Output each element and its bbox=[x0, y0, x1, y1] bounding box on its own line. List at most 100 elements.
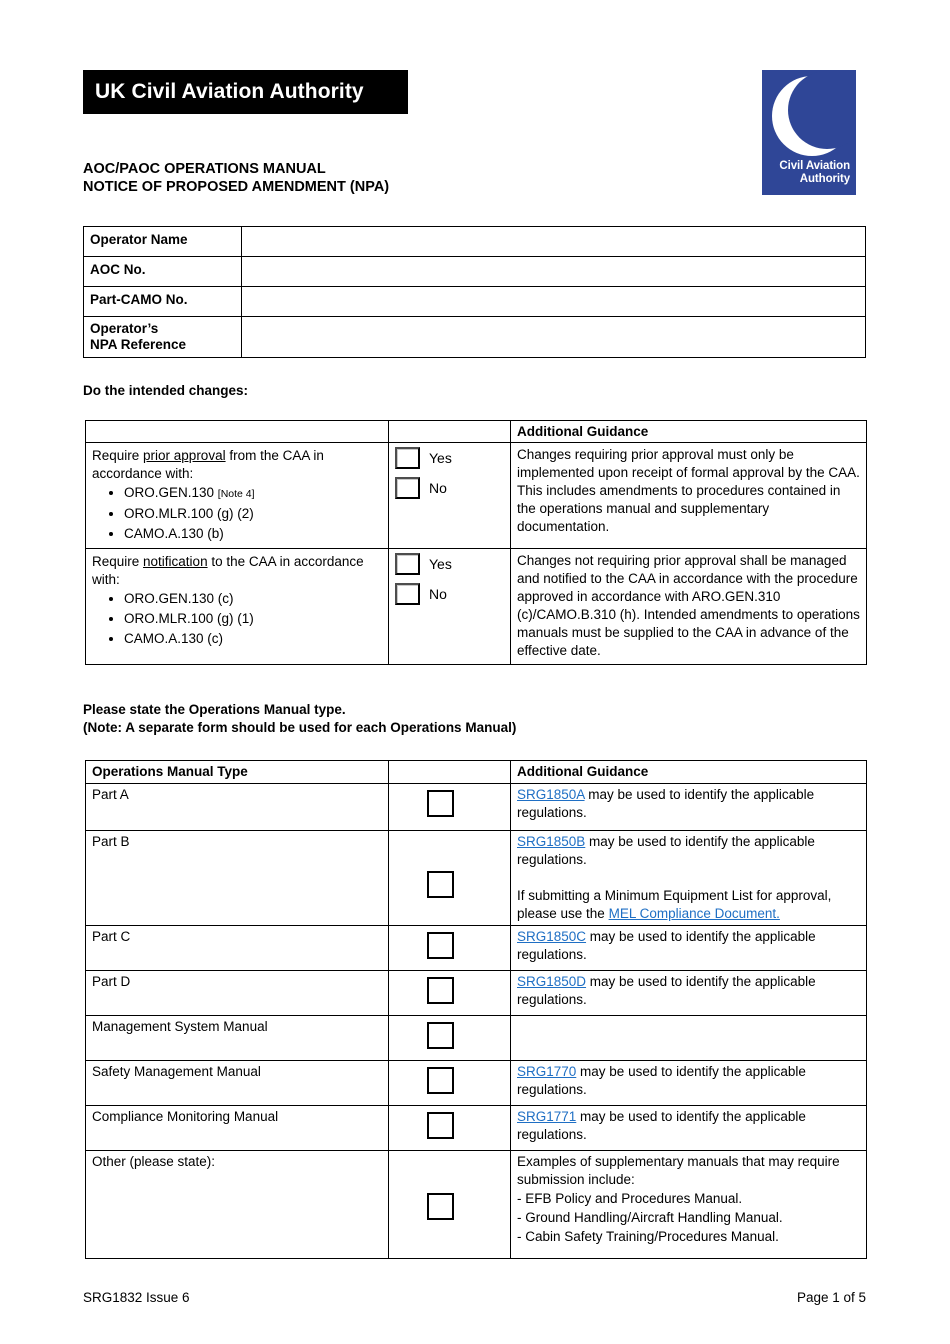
manual-type-safety-management-guidance: SRG1770 may be used to identify the appl… bbox=[510, 1060, 867, 1106]
changes-col-guidance-header: Additional Guidance bbox=[510, 420, 867, 443]
manual-type-compliance-monitoring-checkbox-cell bbox=[388, 1105, 511, 1151]
manual-type-part-c-checkbox[interactable] bbox=[427, 932, 454, 959]
table-row: Other (please state): Examples of supple… bbox=[85, 1150, 867, 1259]
notification-yes-checkbox[interactable] bbox=[395, 553, 420, 575]
manual-type-management-system-guidance bbox=[510, 1015, 867, 1061]
manual-type-other-guidance: Examples of supplementary manuals that m… bbox=[510, 1150, 867, 1259]
list-item: CAMO.A.130 (c) bbox=[124, 629, 382, 649]
manual-type-compliance-monitoring-checkbox[interactable] bbox=[427, 1112, 454, 1139]
table-row: Part B SRG1850B may be used to identify … bbox=[85, 830, 867, 926]
srg1771-link[interactable]: SRG1771 bbox=[517, 1109, 576, 1124]
manual-type-compliance-monitoring-guidance: SRG1771 may be used to identify the appl… bbox=[510, 1105, 867, 1151]
reference-text: ORO.MLR.100 (g) (2) bbox=[124, 506, 254, 521]
table-row: Safety Management Manual SRG1770 may be … bbox=[85, 1060, 867, 1106]
prior-approval-underlined: prior approval bbox=[143, 448, 226, 463]
operator-details-table: Operator Name AOC No. Part-CAMO No. Oper… bbox=[83, 226, 866, 358]
prior-approval-no-option[interactable]: No bbox=[395, 477, 504, 499]
list-item: - Cabin Safety Training/Procedures Manua… bbox=[517, 1229, 779, 1244]
manual-type-part-a-guidance: SRG1850A may be used to identify the app… bbox=[510, 783, 867, 831]
list-item: - EFB Policy and Procedures Manual. bbox=[517, 1191, 743, 1206]
prior-approval-yes-checkbox[interactable] bbox=[395, 447, 420, 469]
manual-type-safety-management-checkbox[interactable] bbox=[427, 1067, 454, 1094]
notification-yes-label: Yes bbox=[429, 555, 452, 572]
manual-type-management-system-checkbox[interactable] bbox=[427, 1022, 454, 1049]
list-item: CAMO.A.130 (b) bbox=[124, 524, 382, 544]
table-row: Compliance Monitoring Manual SRG1771 may… bbox=[85, 1105, 867, 1151]
changes-col-checkbox-header bbox=[388, 420, 511, 443]
notification-guidance: Changes not requiring prior approval sha… bbox=[510, 548, 867, 665]
part-camo-no-label: Part-CAMO No. bbox=[83, 286, 242, 317]
operations-manual-type-table: Operations Manual Type Additional Guidan… bbox=[85, 760, 867, 1259]
notification-reference-list: ORO.GEN.130 (c) ORO.MLR.100 (g) (1) CAMO… bbox=[92, 589, 382, 649]
prior-approval-guidance: Changes requiring prior approval must on… bbox=[510, 442, 867, 549]
manual-type-prompt: Please state the Operations Manual type.… bbox=[83, 702, 517, 735]
prior-approval-reference-list: ORO.GEN.130 [Note 4] ORO.MLR.100 (g) (2)… bbox=[92, 483, 382, 544]
table-header-row: Operations Manual Type Additional Guidan… bbox=[85, 760, 867, 784]
srg1850d-link[interactable]: SRG1850D bbox=[517, 974, 586, 989]
manual-type-other-checkbox[interactable] bbox=[427, 1193, 454, 1220]
footer-page-number: Page 1 of 5 bbox=[796, 1290, 866, 1305]
manual-type-safety-management-checkbox-cell bbox=[388, 1060, 511, 1106]
prior-approval-yes-label: Yes bbox=[429, 449, 452, 466]
table-row: Operator’s NPA Reference bbox=[83, 316, 866, 358]
other-guidance-intro: Examples of supplementary manuals that m… bbox=[517, 1154, 840, 1187]
aoc-no-field[interactable] bbox=[241, 256, 866, 287]
list-item: ORO.GEN.130 [Note 4] bbox=[124, 483, 382, 504]
table-row: Require notification to the CAA in accor… bbox=[85, 548, 867, 665]
logo-text-line1: Civil Aviation bbox=[779, 160, 850, 172]
reference-note: [Note 4] bbox=[217, 488, 255, 500]
table-row: Operator Name bbox=[83, 226, 866, 257]
changes-col-blank-header bbox=[85, 420, 389, 443]
table-header-row: Additional Guidance bbox=[85, 420, 867, 443]
manual-type-part-b-label: Part B bbox=[85, 830, 389, 926]
brand-band: UK Civil Aviation Authority bbox=[83, 70, 408, 114]
manual-type-part-c-guidance: SRG1850C may be used to identify the app… bbox=[510, 925, 867, 971]
manual-type-part-a-checkbox-cell bbox=[388, 783, 511, 831]
mel-compliance-document-link[interactable]: MEL Compliance Document. bbox=[609, 906, 780, 921]
notification-no-checkbox[interactable] bbox=[395, 583, 420, 605]
document-page: UK Civil Aviation Authority Civil Aviati… bbox=[0, 0, 950, 1344]
srg1850b-link[interactable]: SRG1850B bbox=[517, 834, 585, 849]
manual-type-part-d-checkbox[interactable] bbox=[427, 977, 454, 1004]
table-row: Part-CAMO No. bbox=[83, 286, 866, 317]
manual-checkbox-column-header bbox=[388, 760, 511, 784]
brand-title: UK Civil Aviation Authority bbox=[95, 80, 364, 103]
npa-reference-field[interactable] bbox=[241, 316, 866, 358]
manual-type-other-label[interactable]: Other (please state): bbox=[85, 1150, 389, 1259]
srg1850a-link[interactable]: SRG1850A bbox=[517, 787, 585, 802]
srg1850c-link[interactable]: SRG1850C bbox=[517, 929, 586, 944]
manual-type-part-d-label: Part D bbox=[85, 970, 389, 1016]
caa-logo: Civil Aviation Authority bbox=[762, 70, 856, 195]
notification-requirement: Require notification to the CAA in accor… bbox=[85, 548, 389, 665]
notification-no-option[interactable]: No bbox=[395, 583, 504, 605]
page-footer: SRG1832 Issue 6 Page 1 of 5 bbox=[83, 1290, 866, 1305]
footer-form-reference: SRG1832 Issue 6 bbox=[83, 1290, 190, 1305]
notification-underlined: notification bbox=[143, 554, 208, 569]
table-row: Part D SRG1850D may be used to identify … bbox=[85, 970, 867, 1016]
table-row: Management System Manual bbox=[85, 1015, 867, 1061]
table-row: Part A SRG1850A may be used to identify … bbox=[85, 783, 867, 831]
part-camo-no-field[interactable] bbox=[241, 286, 866, 317]
manual-type-part-c-checkbox-cell bbox=[388, 925, 511, 971]
reference-text: CAMO.A.130 (c) bbox=[124, 631, 224, 646]
manual-type-management-system-label: Management System Manual bbox=[85, 1015, 389, 1061]
notification-yes-option[interactable]: Yes bbox=[395, 553, 504, 575]
prior-approval-yes-option[interactable]: Yes bbox=[395, 447, 504, 469]
intended-changes-prompt: Do the intended changes: bbox=[83, 383, 249, 398]
table-row: Require prior approval from the CAA in a… bbox=[85, 442, 867, 549]
manual-type-part-b-checkbox-cell bbox=[388, 830, 511, 926]
srg1770-link[interactable]: SRG1770 bbox=[517, 1064, 576, 1079]
page-title: AOC/PAOC OPERATIONS MANUAL NOTICE OF PRO… bbox=[83, 161, 390, 195]
manual-type-part-b-checkbox[interactable] bbox=[427, 871, 454, 898]
prior-approval-no-checkbox[interactable] bbox=[395, 477, 420, 499]
reference-text: CAMO.A.130 (b) bbox=[124, 526, 224, 541]
notification-lead-before: Require bbox=[92, 554, 144, 569]
manual-type-part-d-guidance: SRG1850D may be used to identify the app… bbox=[510, 970, 867, 1016]
manual-type-part-a-checkbox[interactable] bbox=[427, 790, 454, 817]
operator-name-field[interactable] bbox=[241, 226, 866, 257]
manual-type-part-b-guidance: SRG1850B may be used to identify the app… bbox=[510, 830, 867, 926]
intended-changes-table: Additional Guidance Require prior approv… bbox=[85, 420, 867, 665]
notification-answer-cell: Yes No bbox=[388, 548, 511, 665]
list-item: ORO.MLR.100 (g) (2) bbox=[124, 504, 382, 524]
prior-approval-requirement: Require prior approval from the CAA in a… bbox=[85, 442, 389, 549]
